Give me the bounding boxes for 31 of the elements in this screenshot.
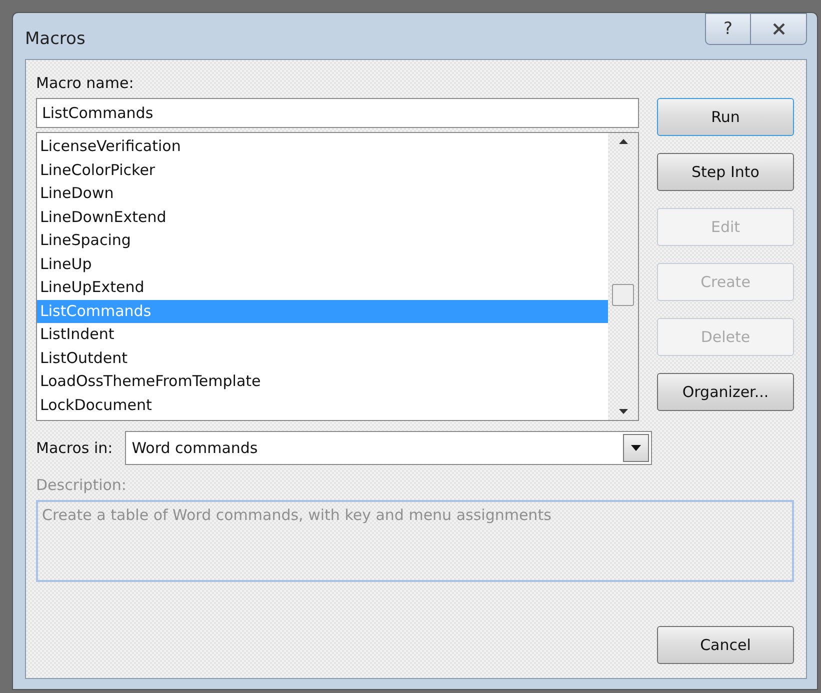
scroll-bar[interactable] — [608, 133, 638, 420]
dialog-button[interactable]: Step Into — [657, 153, 794, 191]
macro-item[interactable]: LineUpExtend — [37, 276, 608, 300]
scroll-thumb[interactable] — [612, 284, 634, 306]
macro-item[interactable]: LineSpacing — [37, 229, 608, 252]
macro-item[interactable]: ListOutdent — [37, 346, 608, 370]
up-arrow-icon[interactable] — [618, 139, 628, 144]
caret-icon — [631, 445, 641, 451]
description-box: Create a table of Word commands, with key and menu assignments — [36, 500, 794, 582]
cancel-button[interactable]: Cancel — [657, 626, 794, 664]
close-button[interactable] — [751, 13, 807, 45]
window-title: Macros — [25, 29, 86, 49]
dialog-button[interactable]: Run — [657, 98, 794, 136]
macro-item[interactable]: LineUp — [37, 252, 608, 276]
macro-name-label: Macro name: — [36, 74, 135, 92]
macro-item[interactable]: LoadOssThemeFromTemplate — [37, 370, 608, 394]
macros-in-label: Macros in: — [36, 439, 113, 457]
down-arrow-icon[interactable] — [618, 409, 628, 414]
help-button[interactable]: ? — [705, 13, 751, 45]
dialog-button[interactable]: Organizer... — [657, 373, 794, 411]
dropdown-button[interactable] — [623, 434, 649, 462]
description-label: Description: — [36, 476, 126, 494]
macro-item[interactable]: LineDownExtend — [37, 206, 608, 229]
macro-item[interactable]: LicenseVerification — [37, 135, 608, 158]
macro-item[interactable]: LockDocument — [37, 394, 608, 417]
close-icon — [772, 23, 786, 35]
macros-in-dropdown[interactable]: Word commands — [124, 431, 652, 465]
macro-item[interactable]: ListIndent — [37, 323, 608, 346]
macro-item[interactable]: LineDown — [37, 182, 608, 206]
macro-item[interactable]: LineColorPicker — [37, 158, 608, 182]
macro-name-field[interactable]: ListCommands — [36, 98, 639, 128]
